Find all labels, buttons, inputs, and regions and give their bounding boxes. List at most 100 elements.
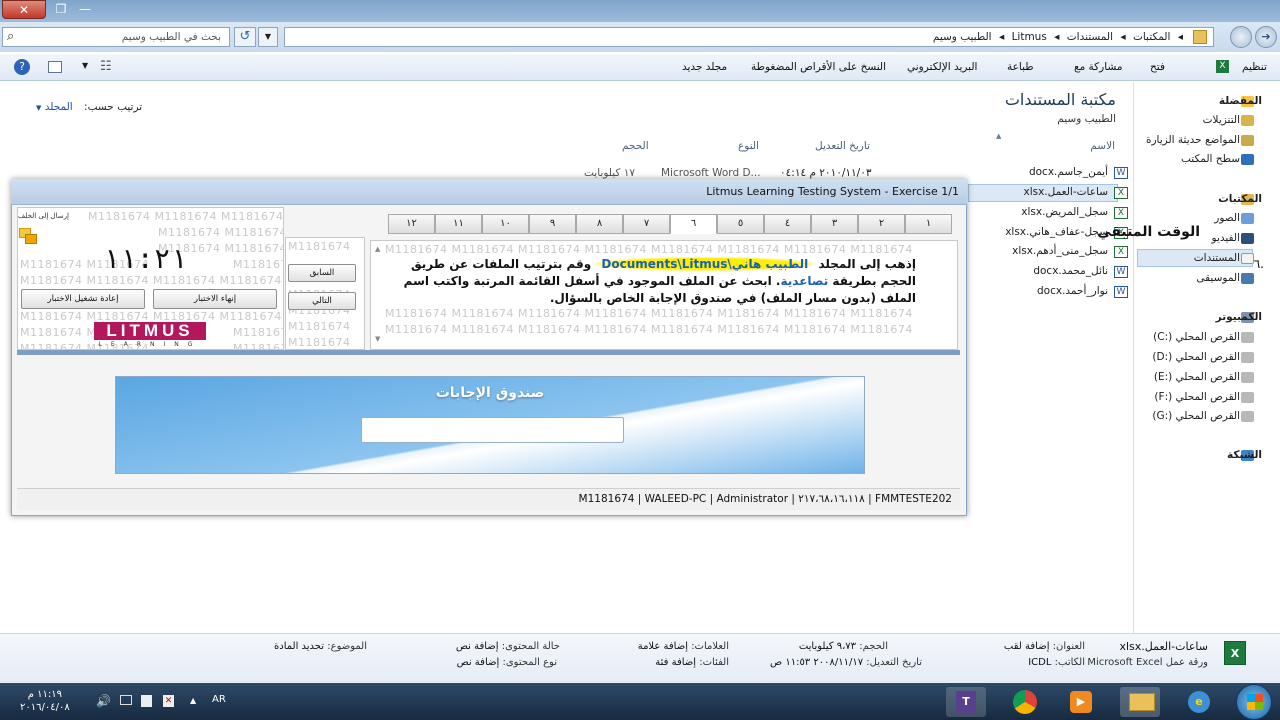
close-button[interactable]: ✕: [2, 0, 46, 19]
tab-question-9[interactable]: ٩: [529, 214, 576, 234]
nav-drive-d[interactable]: القرص المحلي (:D): [1152, 351, 1240, 363]
views-icon[interactable]: ☷: [100, 59, 112, 74]
email-button[interactable]: البريد الإلكتروني: [907, 61, 977, 73]
minimize-button[interactable]: —: [72, 0, 98, 19]
details-subject-value[interactable]: تحديد المادة: [274, 641, 324, 652]
nav-music[interactable]: الموسيقى: [1196, 272, 1240, 284]
breadcrumb-litmus[interactable]: Litmus: [1012, 31, 1047, 43]
tab-question-3[interactable]: ٣: [811, 214, 858, 234]
column-name[interactable]: الاسم: [1090, 140, 1115, 152]
details-tags-value[interactable]: إضافة علامة: [638, 641, 688, 652]
nav-favorites[interactable]: المفضلة: [1219, 95, 1262, 107]
column-size[interactable]: الحجم: [622, 140, 649, 152]
send-to-back-label[interactable]: إرسال إلى الخلف: [18, 212, 69, 220]
file-item-selected[interactable]: ساعات-العمل.xlsx: [1023, 186, 1108, 198]
taskbar-media-player[interactable]: ▶: [1060, 687, 1100, 717]
scroll-down-icon[interactable]: ▼: [375, 335, 380, 343]
preview-pane-icon[interactable]: [48, 61, 62, 73]
taskbar-litmus[interactable]: T: [946, 687, 986, 717]
breadcrumb-documents[interactable]: المستندات: [1067, 31, 1113, 43]
tray-icon[interactable]: [141, 695, 152, 707]
end-test-button[interactable]: إنهاء الاختبار: [153, 289, 277, 309]
play-icon: ▶: [1070, 691, 1092, 713]
flag-error-icon[interactable]: ✕: [163, 695, 174, 707]
refresh-button[interactable]: ↺: [234, 27, 256, 47]
tab-question-5[interactable]: ٥: [717, 214, 764, 234]
taskbar-ie[interactable]: e: [1178, 687, 1218, 717]
nav-downloads[interactable]: التنزيلات: [1203, 114, 1240, 126]
answer-input[interactable]: [361, 417, 624, 443]
file-item[interactable]: أيمن_جاسم.docx: [1029, 166, 1108, 178]
details-content-type-value[interactable]: إضافة نص: [457, 657, 500, 668]
nav-videos[interactable]: الفيديو: [1212, 232, 1240, 244]
watermark-row: M1181674 M1181674 M1181674 M1181674 M118…: [385, 323, 913, 336]
nav-computer[interactable]: الكمبيوتر: [1216, 311, 1262, 323]
tab-question-12[interactable]: ١٢: [388, 214, 435, 234]
share-with-button[interactable]: مشاركة مع: [1074, 61, 1122, 73]
new-folder-button[interactable]: مجلد جديد: [682, 61, 727, 73]
nav-recent-places[interactable]: المواضع حديثة الزيارة: [1146, 134, 1240, 146]
help-icon[interactable]: ?: [14, 59, 30, 75]
arrange-value[interactable]: المجلد: [45, 101, 73, 113]
nav-libraries[interactable]: المكتبات: [1218, 193, 1262, 205]
nav-documents[interactable]: المستندات: [1194, 252, 1240, 264]
arrange-by[interactable]: ترتيب حسب: المجلد ▼: [36, 101, 142, 113]
breadcrumb-libraries[interactable]: المكتبات: [1133, 31, 1170, 43]
language-indicator[interactable]: AR: [212, 694, 226, 705]
restore-button[interactable]: ❐: [48, 0, 74, 19]
tab-question-2[interactable]: ٢: [858, 214, 905, 234]
forward-button[interactable]: [1230, 26, 1252, 48]
details-title-value[interactable]: إضافة لقب: [1004, 641, 1050, 652]
tab-question-11[interactable]: ١١: [435, 214, 482, 234]
nav-pictures[interactable]: الصور: [1214, 212, 1240, 224]
previous-button[interactable]: السابق: [288, 264, 356, 282]
restart-test-button[interactable]: إعادة تشغيل الاختبار: [21, 289, 145, 309]
details-categories-value[interactable]: إضافة فئة: [655, 657, 696, 668]
next-button[interactable]: التالي: [288, 292, 356, 310]
back-button[interactable]: ➔: [1255, 26, 1277, 48]
breadcrumb-sep: ◂: [998, 31, 1005, 43]
nav-desktop[interactable]: سطح المكتب: [1181, 153, 1240, 165]
tab-question-10[interactable]: ١٠: [482, 214, 529, 234]
question-path: الطبيب هاني\Documents\Litmus: [595, 257, 815, 271]
details-content-status-value[interactable]: إضافة نص: [456, 641, 499, 652]
nav-network[interactable]: الشبكة: [1227, 449, 1262, 461]
views-dropdown-icon[interactable]: ▼: [82, 61, 88, 70]
show-hidden-icons[interactable]: ▲: [190, 696, 196, 705]
file-item[interactable]: نوار_أحمد.docx: [1037, 285, 1108, 297]
file-item[interactable]: سجل_المريض.xlsx: [1021, 206, 1108, 218]
tab-question-7[interactable]: ٧: [623, 214, 670, 234]
file-item[interactable]: سجل-عفاف_هاني.xlsx: [1005, 226, 1108, 238]
send-to-back-icon[interactable]: [19, 228, 39, 244]
tab-question-4[interactable]: ٤: [764, 214, 811, 234]
tab-question-1[interactable]: ١: [905, 214, 952, 234]
volume-icon[interactable]: 🔊: [96, 694, 111, 708]
nav-drive-e[interactable]: القرص المحلي (:E): [1154, 371, 1240, 383]
burn-button[interactable]: النسخ على الأقراص المضغوطة: [751, 61, 886, 73]
breadcrumb-current[interactable]: الطبيب وسيم: [933, 31, 992, 43]
address-bar[interactable]: ◂ المكتبات ◂ المستندات ◂ Litmus ◂ الطبيب…: [284, 27, 1214, 47]
column-type[interactable]: النوع: [738, 140, 759, 152]
nav-drive-f[interactable]: القرص المحلي (:F): [1154, 391, 1240, 403]
nav-drive-c[interactable]: القرص المحلي (:C): [1153, 331, 1240, 343]
tab-question-8[interactable]: ٨: [576, 214, 623, 234]
nav-drive-g[interactable]: القرص المحلي (:G): [1152, 410, 1240, 422]
column-modified[interactable]: تاريخ التعديل: [815, 140, 870, 152]
clock[interactable]: ١١:١٩ م ٢٠١٦/٠٤/٠٨: [20, 688, 70, 714]
start-button[interactable]: [1236, 684, 1272, 720]
tab-question-6[interactable]: ٦: [670, 214, 717, 234]
print-button[interactable]: طباعة: [1007, 61, 1034, 73]
open-button[interactable]: فتح: [1150, 61, 1165, 73]
search-input[interactable]: ⌕ بحث في الطبيب وسيم: [2, 27, 230, 47]
details-author-value[interactable]: ICDL: [1028, 657, 1051, 668]
documents-icon: [1241, 253, 1254, 264]
library-subtitle: الطبيب وسيم: [1057, 113, 1116, 125]
taskbar-chrome[interactable]: [1004, 687, 1044, 717]
address-dropdown-button[interactable]: ▼: [258, 27, 278, 47]
taskbar-explorer[interactable]: [1120, 687, 1160, 717]
network-tray-icon[interactable]: [120, 695, 132, 705]
organize-button[interactable]: تنظيم: [1242, 61, 1267, 73]
scroll-up-icon[interactable]: ▲: [375, 245, 380, 253]
file-item[interactable]: نائل_محمد.docx: [1033, 265, 1108, 277]
file-item[interactable]: سجل_منى_أدهم.xlsx: [1012, 245, 1108, 257]
